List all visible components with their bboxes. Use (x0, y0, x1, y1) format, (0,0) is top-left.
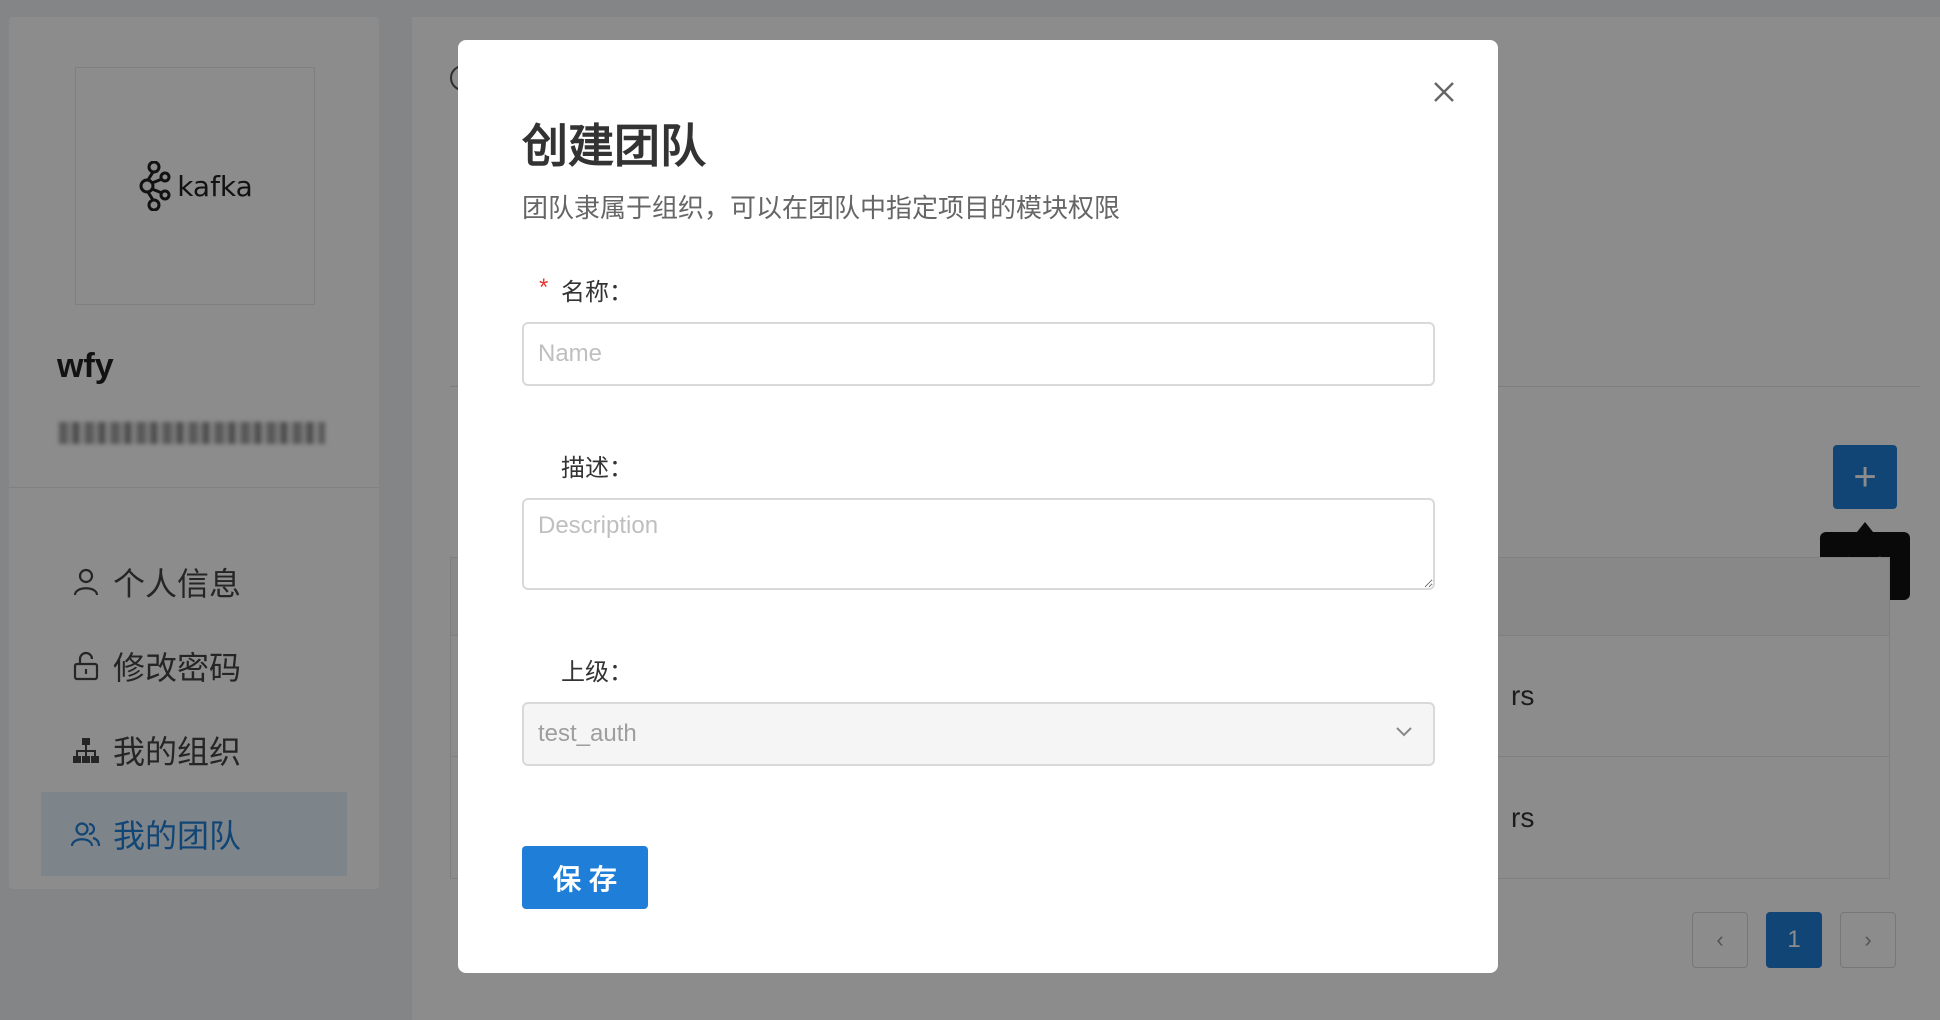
description-input[interactable] (522, 498, 1435, 590)
description-label: 描述： (561, 455, 633, 482)
name-label: 名称： (561, 279, 633, 306)
parent-select-value: test_auth (538, 720, 637, 747)
chevron-down-icon (1396, 727, 1412, 737)
close-button[interactable] (1424, 72, 1464, 112)
modal-title: 创建团队 (522, 120, 706, 172)
modal-subtitle: 团队隶属于组织，可以在团队中指定项目的模块权限 (522, 193, 1121, 223)
page: kafka wfy 个人信息 修改密码 我的组织 我的团队 + rs rs ‹ … (0, 0, 1940, 1020)
create-team-modal: 创建团队 团队隶属于组织，可以在团队中指定项目的模块权限 * 名称： 描述： 上… (458, 40, 1498, 973)
name-input[interactable] (522, 322, 1435, 386)
save-button[interactable]: 保存 (522, 846, 648, 909)
required-mark: * (539, 274, 549, 301)
parent-select[interactable]: test_auth (522, 702, 1435, 766)
close-icon (1434, 82, 1454, 102)
parent-label: 上级： (561, 659, 633, 686)
